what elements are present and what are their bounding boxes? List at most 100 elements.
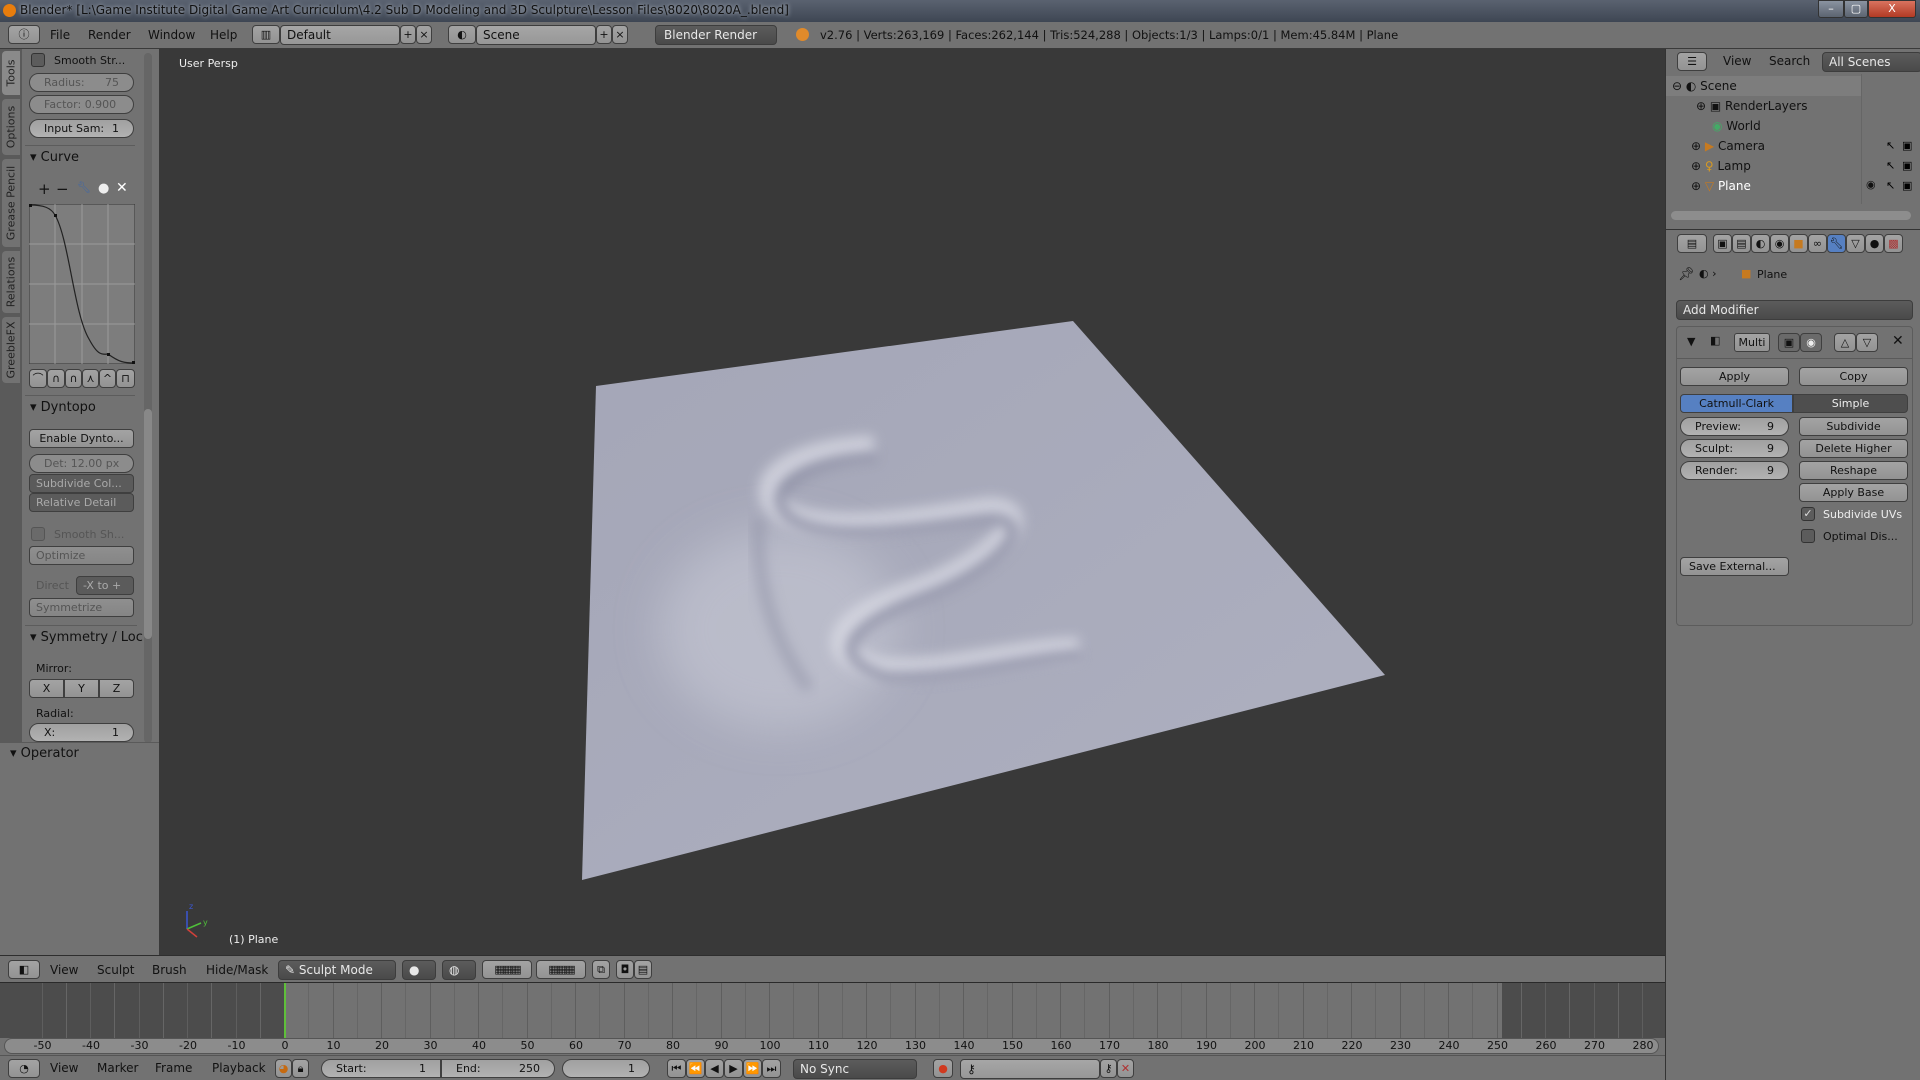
end-frame-field[interactable]: End: 250 — [441, 1059, 555, 1078]
subdivide-button[interactable]: Subdivide — [1799, 417, 1908, 436]
play-reverse-button[interactable]: ◀ — [705, 1059, 724, 1078]
remove-layout-button[interactable]: × — [416, 25, 432, 44]
jump-start-button[interactable]: ⏮ — [667, 1059, 686, 1078]
symmetry-panel-header[interactable]: ▾ Symmetry / Loc — [30, 630, 145, 645]
jump-keyframe-back-button[interactable]: ⏪ — [686, 1059, 705, 1078]
keying-set-field[interactable]: ⚷ — [960, 1059, 1100, 1079]
tool-shelf-scrollbar[interactable] — [144, 53, 152, 743]
move-up-button[interactable]: △ — [1834, 333, 1856, 352]
falloff-curve-editor[interactable] — [29, 204, 135, 364]
mirror-x-button[interactable]: X — [29, 679, 64, 698]
close-button[interactable]: X — [1868, 0, 1916, 18]
object-tab[interactable]: ■ — [1789, 234, 1808, 253]
add-layout-button[interactable]: + — [400, 25, 416, 44]
simple-button[interactable]: Simple — [1793, 394, 1908, 413]
layers-group-1[interactable]: ▦▦▦ — [482, 960, 532, 979]
lock-time-cursor-button[interactable]: 🔒︎ — [292, 1059, 309, 1078]
outliner-item-scene[interactable]: ⊖ ◐ Scene — [1666, 76, 1861, 96]
reshape-button[interactable]: Reshape — [1799, 461, 1908, 480]
outliner-item-lamp[interactable]: ⊕ ♀ Lamp — [1666, 156, 1861, 176]
opengl-render-button[interactable]: ◘ — [616, 960, 634, 979]
subdivide-uvs-checkbox[interactable]: ✓ — [1801, 507, 1815, 521]
opengl-animation-button[interactable]: ▤ — [634, 960, 652, 979]
optimal-display-checkbox[interactable] — [1801, 529, 1815, 543]
render-levels-field[interactable]: Render: 9 — [1680, 461, 1789, 480]
start-frame-field[interactable]: Start: 1 — [321, 1059, 441, 1078]
curve-preset-line[interactable]: ^ — [99, 369, 116, 388]
texture-tab[interactable]: ▩ — [1884, 234, 1903, 253]
menu-view[interactable]: View — [50, 963, 78, 977]
use-preview-range-button[interactable]: ◕ — [275, 1059, 292, 1078]
menu-sculpt[interactable]: Sculpt — [97, 963, 134, 977]
selectable-cursor-icon[interactable]: ↖ ↖ ↖ — [1886, 136, 1895, 196]
apply-button[interactable]: Apply — [1680, 367, 1789, 386]
lock-layers-button[interactable]: ⧉ — [592, 960, 610, 979]
menu-view[interactable]: View — [50, 1061, 78, 1075]
timeline[interactable]: -50 -40 -30 -20 -10 0 10 20 30 40 50 60 70 80 90 100 110… — [0, 982, 1668, 1055]
relative-detail-select[interactable]: Relative Detail — [29, 493, 134, 512]
preview-levels-field[interactable]: Preview: 9 — [1680, 417, 1789, 436]
radius-field[interactable]: Radius: 75 — [29, 73, 134, 92]
add-modifier-select[interactable]: Add Modifier — [1676, 300, 1913, 320]
tab-greeblefx[interactable]: GreebleFX — [2, 317, 20, 383]
factor-field[interactable]: Factor: 0.900 — [29, 95, 134, 114]
input-samples-field[interactable]: Input Sam: 1 — [29, 119, 134, 138]
current-frame-indicator[interactable] — [284, 983, 286, 1038]
scrollbar-thumb[interactable] — [144, 409, 152, 639]
collapse-modifier-icon[interactable]: ▼ — [1687, 335, 1695, 348]
menu-brush[interactable]: Brush — [152, 963, 187, 977]
tab-tools[interactable]: Tools — [2, 51, 20, 95]
scene-select[interactable]: Scene — [476, 25, 596, 45]
mode-select[interactable]: ✎ Sculpt Mode — [278, 960, 396, 980]
constraints-tab[interactable]: ∞ — [1808, 234, 1827, 253]
scene-tab[interactable]: ◐ — [1751, 234, 1770, 253]
curve-preset-sharp[interactable]: ⋏ — [82, 369, 99, 388]
delete-higher-button[interactable]: Delete Higher — [1799, 439, 1908, 458]
add-point-icon[interactable]: + — [38, 180, 51, 198]
viewport-toggle[interactable]: ◉ — [1800, 333, 1822, 352]
pin-icon[interactable]: 📌︎ — [1678, 267, 1695, 282]
subdivide-collapse-select[interactable]: Subdivide Col... — [29, 474, 134, 493]
jump-keyframe-forward-button[interactable]: ⏩ — [743, 1059, 762, 1078]
menu-frame[interactable]: Frame — [155, 1061, 192, 1075]
apply-base-button[interactable]: Apply Base — [1799, 483, 1908, 502]
editor-type-timeline-button[interactable]: ◔ — [8, 1059, 40, 1078]
editor-type-3d-view-button[interactable]: ◧ — [8, 960, 40, 979]
add-scene-button[interactable]: + — [596, 25, 612, 44]
render-tab[interactable]: ▣ — [1713, 234, 1732, 253]
optimize-button[interactable]: Optimize — [29, 546, 134, 565]
operator-panel-header[interactable]: ▾ Operator — [10, 746, 79, 761]
viewport-shading-select[interactable]: ● — [402, 960, 436, 980]
menu-file[interactable]: File — [50, 28, 70, 42]
point-icon[interactable]: ● — [98, 181, 109, 196]
remove-modifier-icon[interactable]: ✕ — [1892, 333, 1904, 349]
remove-scene-button[interactable]: × — [612, 25, 628, 44]
menu-help[interactable]: Help — [210, 28, 237, 42]
sync-mode-select[interactable]: No Sync — [793, 1059, 917, 1079]
curve-preset-max[interactable]: ⊓ — [116, 369, 135, 388]
smooth-shading-checkbox[interactable] — [31, 527, 45, 541]
menu-playback[interactable]: Playback — [212, 1061, 266, 1075]
detail-size-field[interactable]: Det: 12.00 px — [29, 454, 134, 473]
menu-render[interactable]: Render — [88, 28, 131, 42]
layout-select[interactable]: Default — [280, 25, 400, 45]
enable-dyntopo-button[interactable]: Enable Dynto... — [29, 429, 134, 448]
minimize-button[interactable]: – — [1818, 0, 1844, 18]
layers-group-2[interactable]: ▦▦▦ — [536, 960, 586, 979]
tab-options[interactable]: Options — [2, 99, 20, 155]
curve-preset-smooth[interactable]: ⌒ — [29, 369, 47, 388]
outliner-menu-view[interactable]: View — [1723, 54, 1751, 68]
frame-ruler[interactable]: -50 -40 -30 -20 -10 0 10 20 30 40 50 60 70 80 90 100 110… — [4, 1038, 1659, 1054]
move-down-button[interactable]: ▽ — [1856, 333, 1878, 352]
tab-relations[interactable]: Relations — [2, 251, 20, 313]
mirror-y-button[interactable]: Y — [64, 679, 99, 698]
outliner-item-renderlayers[interactable]: ⊕ ▣ RenderLayers — [1666, 96, 1861, 116]
curve-preset-root[interactable]: ∩ — [65, 369, 82, 388]
3d-viewport[interactable]: User Persp zy (1) Plane ➤ — [159, 49, 1665, 955]
record-button[interactable]: ● — [933, 1059, 953, 1078]
tab-grease-pencil[interactable]: Grease Pencil — [2, 159, 20, 247]
layout-icon[interactable]: ▥ — [252, 25, 280, 44]
wrench-icon[interactable]: 🔧︎ — [77, 181, 91, 194]
menu-hide-mask[interactable]: Hide/Mask — [206, 963, 268, 977]
outliner-scrollbar[interactable] — [1671, 211, 1911, 220]
